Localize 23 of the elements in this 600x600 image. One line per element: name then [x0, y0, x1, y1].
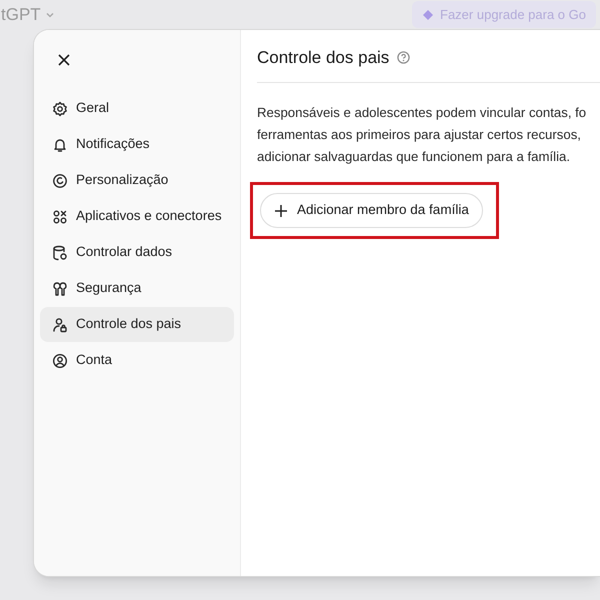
- help-icon: [397, 51, 410, 64]
- sidebar-item[interactable]: Personalização: [40, 163, 234, 198]
- description-text: Responsáveis e adolescentes podem vincular contas, fo ferramentas aos primeiros para ajustar certos recursos, adicionar salvaguardas que funcionem para a família.: [257, 104, 588, 166]
- person-lock-icon: [52, 316, 68, 332]
- diamond-icon: [422, 8, 434, 20]
- sidebar-item[interactable]: Conta: [40, 343, 234, 378]
- sidebar-item[interactable]: Geral: [40, 91, 234, 126]
- gear-icon: [52, 100, 68, 116]
- sidebar-item[interactable]: Segurança: [40, 271, 234, 306]
- bell-icon: [52, 136, 68, 152]
- sidebar-item[interactable]: Controlar dados: [40, 235, 234, 270]
- plus-icon: [274, 204, 288, 218]
- key-icon: [52, 280, 68, 296]
- database-icon: [52, 244, 68, 260]
- sidebar-item[interactable]: Controle dos pais: [40, 307, 234, 342]
- apps-icon: [52, 208, 68, 224]
- section-title: Controle dos pais: [257, 46, 390, 69]
- sidebar-item[interactable]: Aplicativos e conectores: [40, 199, 234, 234]
- close-icon: [57, 53, 71, 67]
- app-name: tGPT: [1, 4, 41, 26]
- user-circle-icon: [52, 352, 68, 368]
- add-family-member-button[interactable]: Adicionar membro da família: [260, 193, 483, 228]
- sidebar-item[interactable]: Notificações: [40, 127, 234, 162]
